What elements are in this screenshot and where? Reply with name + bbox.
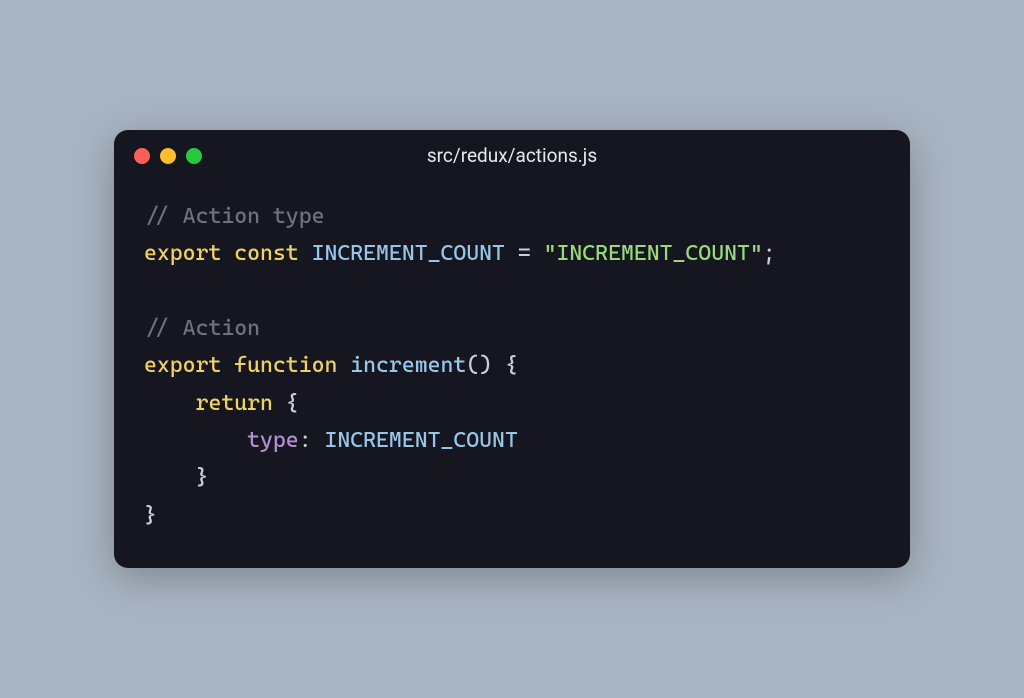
minimize-icon[interactable] — [160, 148, 176, 164]
code-string: "INCREMENT_COUNT" — [544, 241, 763, 266]
code-keyword: const — [234, 241, 298, 266]
code-keyword: export — [144, 353, 221, 378]
code-comment: // Action — [144, 316, 260, 341]
maximize-icon[interactable] — [186, 148, 202, 164]
code-function-name: increment — [350, 353, 466, 378]
code-indent — [144, 465, 196, 490]
code-identifier: INCREMENT_COUNT — [324, 428, 517, 453]
code-property: type — [247, 428, 299, 453]
code-indent — [144, 391, 196, 416]
code-punct: () — [466, 353, 492, 378]
code-keyword: export — [144, 241, 221, 266]
code-keyword: return — [196, 391, 273, 416]
code-punct: ; — [763, 241, 776, 266]
code-operator: = — [505, 241, 544, 266]
code-punct: } — [144, 503, 157, 528]
window-title: src/redux/actions.js — [427, 144, 597, 167]
code-punct: { — [492, 353, 518, 378]
traffic-lights — [134, 148, 202, 164]
code-punct: : — [299, 428, 325, 453]
code-area: // Action type export const INCREMENT_CO… — [114, 174, 910, 569]
code-keyword: function — [234, 353, 337, 378]
code-window: src/redux/actions.js // Action type expo… — [114, 130, 910, 569]
code-punct: { — [273, 391, 299, 416]
code-comment: // Action type — [144, 204, 324, 229]
window-titlebar: src/redux/actions.js — [114, 130, 910, 174]
code-identifier: INCREMENT_COUNT — [312, 241, 505, 266]
close-icon[interactable] — [134, 148, 150, 164]
code-indent — [144, 428, 247, 453]
code-punct: } — [196, 465, 209, 490]
